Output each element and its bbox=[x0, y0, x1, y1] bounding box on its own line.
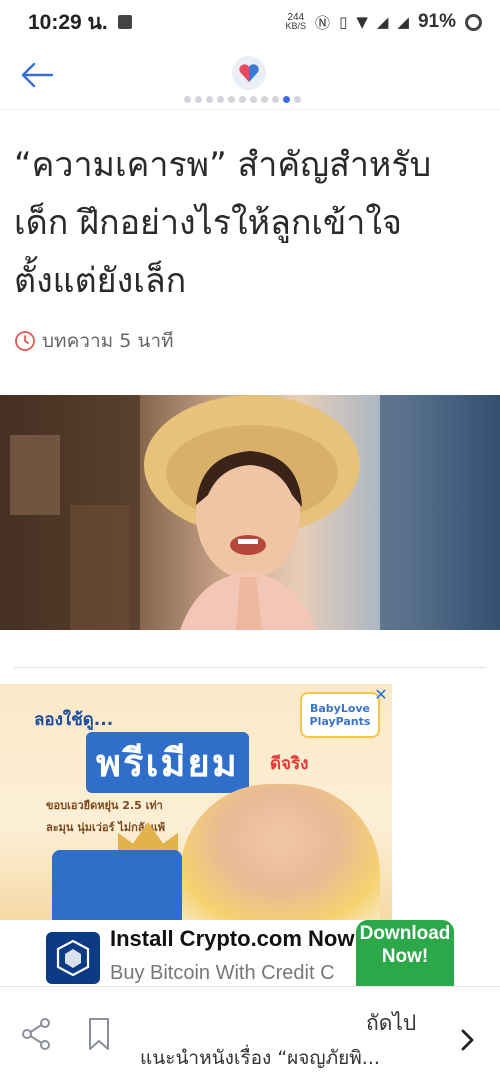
ad-real-text: ดีจริง bbox=[270, 754, 309, 774]
app-logo-icon bbox=[232, 56, 266, 90]
page-dot-active bbox=[283, 96, 290, 103]
network-speed: 244 KB/S bbox=[285, 13, 307, 31]
status-time: 10:29 น. bbox=[28, 10, 108, 34]
page-dot bbox=[195, 96, 202, 103]
install-subtitle: Buy Bitcoin With Credit C bbox=[110, 962, 335, 984]
ad-brand-logo: BabyLove PlayPants bbox=[300, 692, 380, 738]
read-time-label: บทความ 5 นาที bbox=[42, 330, 174, 352]
bottom-bar: ถัดไป แนะนำหนังเรื่อง “ผจญภัยพิ... bbox=[0, 986, 500, 1080]
ad-family-photo bbox=[180, 784, 380, 920]
page-dot bbox=[272, 96, 279, 103]
article-hero-image bbox=[0, 395, 500, 630]
next-article-title[interactable]: แนะนำหนังเรื่อง “ผจญภัยพิ... bbox=[140, 1043, 442, 1073]
download-now-button[interactable]: Download Now! bbox=[356, 920, 454, 986]
crypto-logo-icon bbox=[46, 932, 100, 984]
ad-product-pack bbox=[52, 850, 182, 920]
page-indicator bbox=[184, 96, 301, 103]
bookmark-icon[interactable] bbox=[88, 1017, 110, 1051]
app-header bbox=[0, 44, 500, 110]
page-dot bbox=[217, 96, 224, 103]
read-time: บทความ 5 นาที bbox=[14, 326, 174, 356]
page-dot bbox=[261, 96, 268, 103]
page-dot bbox=[206, 96, 213, 103]
battery-icon bbox=[465, 13, 482, 31]
ad-premium-text: พรีเมียม bbox=[86, 732, 249, 793]
status-icons: 244 KB/S Ⓝ ▯ ▼ ◢ ◢ 91% bbox=[286, 11, 482, 33]
content-divider bbox=[14, 667, 486, 668]
page-dot bbox=[294, 96, 301, 103]
wifi-icon: ▼ bbox=[356, 13, 368, 31]
signal-2-icon: ◢ bbox=[397, 13, 409, 31]
ad-close-icon[interactable]: ✕ bbox=[372, 686, 390, 704]
gallery-notification-icon bbox=[117, 15, 132, 29]
vibrate-icon: ▯ bbox=[339, 13, 348, 31]
page-dot bbox=[228, 96, 235, 103]
nfc-icon: Ⓝ bbox=[315, 13, 331, 32]
network-speed-unit: KB/S bbox=[285, 21, 307, 31]
page-dot bbox=[239, 96, 246, 103]
signal-icon: ◢ bbox=[376, 13, 389, 31]
share-icon[interactable] bbox=[20, 1017, 52, 1051]
back-arrow-icon[interactable] bbox=[20, 60, 54, 90]
status-bar: 10:29 น. 244 KB/S Ⓝ ▯ ▼ ◢ ◢ 91% bbox=[0, 0, 500, 44]
battery-percent: 91% bbox=[417, 11, 456, 32]
ad-bullet-1: ขอบเอวยืดหยุ่น 2.5 เท่า bbox=[46, 799, 163, 812]
next-article-label[interactable]: ถัดไป bbox=[366, 1007, 416, 1040]
ad-banner[interactable]: ลองใช้ดู... BabyLove PlayPants พรีเมียม … bbox=[0, 684, 392, 920]
ad-try-text: ลองใช้ดู... bbox=[34, 710, 114, 730]
clock-icon bbox=[15, 331, 35, 351]
page-dot bbox=[250, 96, 257, 103]
article-title: “ความเคารพ” สำคัญสำหรับเด็ก ฝึกอย่างไรให… bbox=[14, 145, 432, 301]
chevron-right-icon[interactable] bbox=[456, 1027, 478, 1053]
install-title: Install Crypto.com Now bbox=[110, 926, 355, 951]
page-dot bbox=[184, 96, 191, 103]
install-app-banner[interactable]: Install Crypto.com Now Buy Bitcoin With … bbox=[0, 920, 500, 986]
